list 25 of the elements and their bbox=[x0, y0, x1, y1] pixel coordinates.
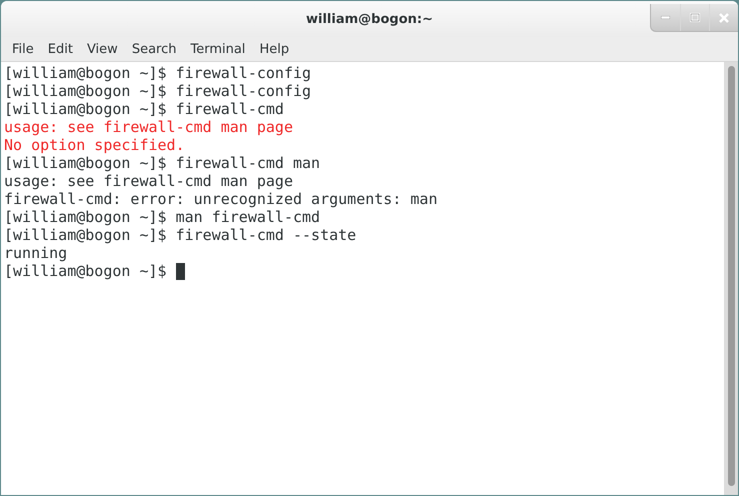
menu-item[interactable]: Edit bbox=[40, 42, 80, 56]
text-cursor bbox=[176, 262, 185, 280]
menu-item[interactable]: Help bbox=[252, 42, 296, 56]
minimize-icon bbox=[661, 16, 670, 19]
window-title: william@bogon:~ bbox=[306, 12, 433, 26]
menu-item[interactable]: Search bbox=[124, 42, 184, 56]
terminal-line: [william@bogon ~]$ man firewall-cmd bbox=[4, 208, 320, 226]
menu-item[interactable]: File bbox=[5, 42, 41, 56]
menu-item[interactable]: Terminal bbox=[183, 42, 252, 56]
terminal-line: [william@bogon ~]$ firewall-cmd man bbox=[4, 154, 320, 172]
terminal-line: [william@bogon ~]$ bbox=[4, 262, 168, 280]
terminal-line: [william@bogon ~]$ firewall-config bbox=[4, 82, 312, 100]
terminal-line: [william@bogon ~]$ firewall-cmd --state bbox=[4, 226, 356, 244]
maximize-icon bbox=[690, 13, 700, 22]
terminal-line: [william@bogon ~]$ firewall-cmd bbox=[4, 100, 284, 118]
terminal-line: running bbox=[4, 244, 68, 262]
scrollbar[interactable] bbox=[724, 62, 738, 495]
close-icon bbox=[719, 12, 729, 22]
terminal-line: firewall-cmd: error: unrecognized arguments: man bbox=[4, 190, 438, 208]
menu-item[interactable]: View bbox=[80, 42, 125, 56]
terminal-line: [william@bogon ~]$ firewall-config bbox=[4, 64, 312, 82]
scrollbar-thumb[interactable] bbox=[728, 66, 734, 486]
terminal-line: usage: see firewall-cmd man page bbox=[4, 172, 293, 190]
terminal-line: No option specified. bbox=[4, 136, 185, 154]
terminal-line: usage: see firewall-cmd man page bbox=[4, 118, 293, 136]
